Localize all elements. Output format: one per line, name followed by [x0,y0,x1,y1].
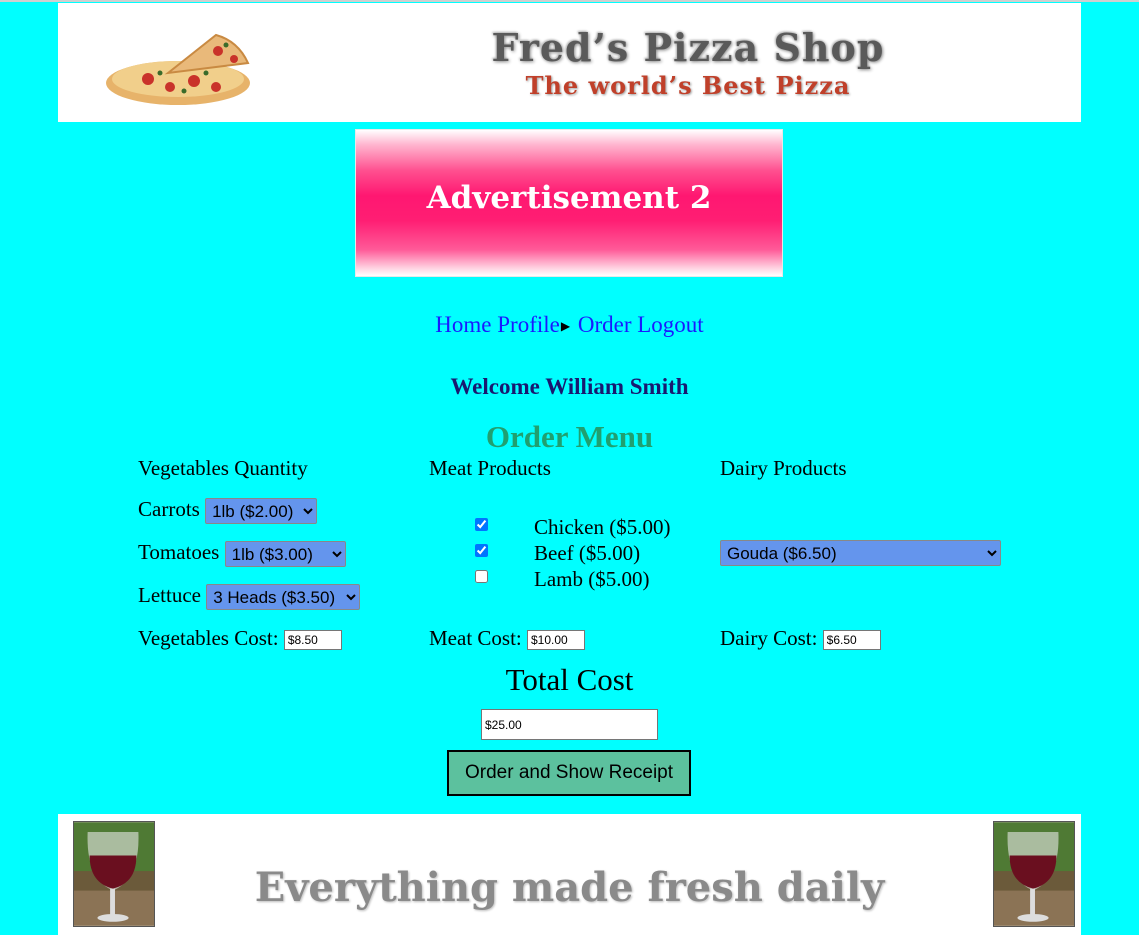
nav-order-link[interactable]: Order [578,312,632,337]
shop-subtitle: The world’s Best Pizza [525,71,851,100]
carrots-select[interactable]: 1lb ($2.00) [205,498,318,525]
tomatoes-label: Tomatoes [138,540,220,564]
beef-checkbox[interactable] [475,544,488,557]
nav-home-link[interactable]: Home [435,312,491,337]
beef-label: Beef ($5.00) [534,541,641,565]
meat-heading: Meat Products [429,456,551,480]
dairy-cost-row: Dairy Cost: [720,626,881,651]
welcome-message: Welcome William Smith [450,374,689,399]
chicken-label: Chicken ($5.00) [534,515,671,539]
lettuce-row: Lettuce 3 Heads ($3.50) [138,583,361,611]
lamb-checkbox[interactable] [475,570,488,583]
tomatoes-row: Tomatoes 1lb ($3.00) [138,540,346,568]
carrots-label: Carrots [138,497,200,521]
vegetables-heading: Vegetables Quantity [138,456,308,480]
advertisement-text: Advertisement 2 [426,180,712,216]
tomatoes-select[interactable]: 1lb ($3.00) [224,541,346,568]
nav-profile-link[interactable]: Profile [497,312,560,337]
vegetables-cost-field[interactable] [283,630,342,651]
order-menu-title: Order Menu [485,419,654,454]
dairy-cost-label: Dairy Cost: [720,626,818,650]
meat-cost-row: Meat Cost: [429,626,585,651]
advertisement-banner[interactable]: Advertisement 2 [355,129,783,277]
vegetables-cost-label: Vegetables Cost: [138,626,279,650]
meat-cost-label: Meat Cost: [429,626,522,650]
dairy-cost-field[interactable] [822,630,881,651]
chicken-checkbox[interactable] [475,518,488,531]
total-cost-title: Total Cost [505,662,634,697]
vegetables-cost-row: Vegetables Cost: [138,626,342,651]
caret-right-icon: ▶ [560,319,571,334]
footer-slogan: Everything made fresh daily [254,864,885,911]
lettuce-select[interactable]: 3 Heads ($3.50) [206,584,361,611]
main-nav: Home Profile▶ Order Logout [0,312,1139,338]
footer-banner: Everything made fresh daily [58,814,1081,935]
total-cost-field[interactable] [481,709,658,740]
pizza-icon [106,33,250,105]
meat-cost-field[interactable] [527,630,585,651]
header-banner: Fred’s Pizza Shop The world’s Best Pizza [58,3,1081,122]
nav-logout-link[interactable]: Logout [637,312,703,337]
carrots-row: Carrots 1lb ($2.00) [138,497,318,525]
lamb-label: Lamb ($5.00) [534,567,650,591]
dairy-heading: Dairy Products [720,456,847,480]
order-receipt-button[interactable]: Order and Show Receipt [447,750,691,796]
dairy-select[interactable]: Gouda ($6.50) [720,540,1001,566]
shop-title: Fred’s Pizza Shop [491,25,885,70]
lettuce-label: Lettuce [138,583,201,607]
top-border [0,0,1139,2]
